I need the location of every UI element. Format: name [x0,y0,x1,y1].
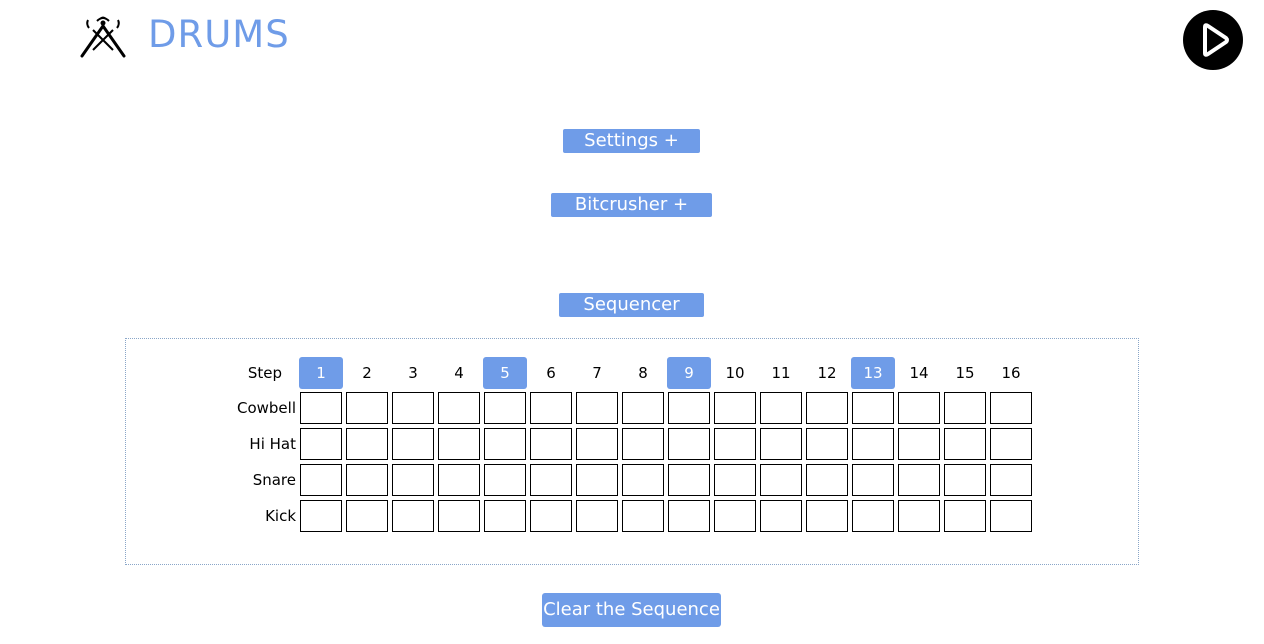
sequencer-cell-kick-8[interactable] [622,500,664,532]
sequencer-cell-hi-hat-9[interactable] [668,428,710,460]
bitcrusher-toggle-button[interactable]: Bitcrusher + [551,193,712,217]
step-number-7: 7 [592,364,602,382]
sequencer-cell-kick-5[interactable] [484,500,526,532]
sequencer-cell-snare-6[interactable] [530,464,572,496]
sequencer-cell-cowbell-7[interactable] [576,392,618,424]
sequencer-cell-snare-5[interactable] [484,464,526,496]
step-number-11: 11 [771,364,791,382]
sequencer-cell-snare-1[interactable] [300,464,342,496]
sequencer-cell-cowbell-8[interactable] [622,392,664,424]
sequencer-cell-hi-hat-16[interactable] [990,428,1032,460]
settings-toggle-button[interactable]: Settings + [563,129,700,153]
step-number-15: 15 [955,364,975,382]
step-header-label: Step [247,364,282,382]
sequencer-cell-cowbell-12[interactable] [806,392,848,424]
sequencer-cell-cowbell-11[interactable] [760,392,802,424]
drumsticks-icon [78,10,130,60]
step-number-5: 5 [483,357,527,389]
sequencer-cell-snare-3[interactable] [392,464,434,496]
sequencer-cell-snare-16[interactable] [990,464,1032,496]
sequencer-cell-kick-7[interactable] [576,500,618,532]
sequencer-cell-snare-14[interactable] [898,464,940,496]
sequencer-cell-snare-8[interactable] [622,464,664,496]
sequencer-cell-kick-11[interactable] [760,500,802,532]
sequencer-cell-hi-hat-7[interactable] [576,428,618,460]
play-button[interactable] [1183,10,1243,70]
sequencer-cell-hi-hat-15[interactable] [944,428,986,460]
sequencer-cell-snare-4[interactable] [438,464,480,496]
sequencer-cell-kick-6[interactable] [530,500,572,532]
step-number-10: 10 [725,364,745,382]
row-label-snare: Snare [252,471,296,489]
sequencer-cell-kick-15[interactable] [944,500,986,532]
step-number-2: 2 [362,364,372,382]
sequencer-cell-cowbell-9[interactable] [668,392,710,424]
sequencer-cell-hi-hat-14[interactable] [898,428,940,460]
sequencer-cell-cowbell-10[interactable] [714,392,756,424]
step-number-4: 4 [454,364,464,382]
sequencer-cell-hi-hat-10[interactable] [714,428,756,460]
sequencer-cell-kick-2[interactable] [346,500,388,532]
sequencer-cell-snare-15[interactable] [944,464,986,496]
step-number-1: 1 [299,357,343,389]
sequencer-cell-cowbell-4[interactable] [438,392,480,424]
sequencer-cell-kick-16[interactable] [990,500,1032,532]
sequencer-cell-hi-hat-6[interactable] [530,428,572,460]
sequencer-cell-kick-14[interactable] [898,500,940,532]
sequencer-cell-hi-hat-2[interactable] [346,428,388,460]
sequencer-cell-cowbell-14[interactable] [898,392,940,424]
sequencer-cell-hi-hat-5[interactable] [484,428,526,460]
sequencer-cell-snare-7[interactable] [576,464,618,496]
step-number-13: 13 [851,357,895,389]
step-number-9: 9 [667,357,711,389]
sequencer-cell-cowbell-1[interactable] [300,392,342,424]
sequencer-cell-cowbell-6[interactable] [530,392,572,424]
sequencer-cell-kick-13[interactable] [852,500,894,532]
sequencer-cell-cowbell-2[interactable] [346,392,388,424]
sequencer-cell-hi-hat-3[interactable] [392,428,434,460]
sequencer-cell-hi-hat-11[interactable] [760,428,802,460]
app-title: DRUMS [148,13,290,56]
sequencer-cell-hi-hat-4[interactable] [438,428,480,460]
row-label-cowbell: Cowbell [236,399,296,417]
step-number-3: 3 [408,364,418,382]
sequencer-cell-snare-2[interactable] [346,464,388,496]
sequencer-cell-kick-10[interactable] [714,500,756,532]
play-icon [1203,23,1229,57]
sequencer-cell-snare-13[interactable] [852,464,894,496]
sequencer-cell-snare-11[interactable] [760,464,802,496]
sequencer-cell-kick-1[interactable] [300,500,342,532]
clear-sequence-button[interactable]: Clear the Sequence [542,593,721,627]
step-number-16: 16 [1001,364,1021,382]
row-label-hi-hat: Hi Hat [249,435,296,453]
sequencer-toggle-button[interactable]: Sequencer [559,293,704,317]
sequencer-cell-kick-9[interactable] [668,500,710,532]
sequencer-cell-hi-hat-8[interactable] [622,428,664,460]
sequencer-cell-kick-3[interactable] [392,500,434,532]
sequencer-cell-cowbell-16[interactable] [990,392,1032,424]
sequencer-cell-cowbell-13[interactable] [852,392,894,424]
row-label-kick: Kick [265,507,296,525]
sequencer-cell-hi-hat-13[interactable] [852,428,894,460]
sequencer-grid: Step 1 2 3 4 5 6 7 8 9 10 11 12 13 14 15 16 Cowbell Hi Hat… [125,338,1139,565]
sequencer-cell-hi-hat-1[interactable] [300,428,342,460]
step-number-12: 12 [817,364,837,382]
step-number-6: 6 [546,364,556,382]
sequencer-cell-snare-9[interactable] [668,464,710,496]
sequencer-cell-cowbell-3[interactable] [392,392,434,424]
sequencer-cell-kick-12[interactable] [806,500,848,532]
sequencer-cell-hi-hat-12[interactable] [806,428,848,460]
sequencer-cell-snare-12[interactable] [806,464,848,496]
sequencer-cell-kick-4[interactable] [438,500,480,532]
sequencer-cell-cowbell-15[interactable] [944,392,986,424]
sequencer-cell-snare-10[interactable] [714,464,756,496]
step-number-8: 8 [638,364,648,382]
step-number-14: 14 [909,364,929,382]
sequencer-cell-cowbell-5[interactable] [484,392,526,424]
